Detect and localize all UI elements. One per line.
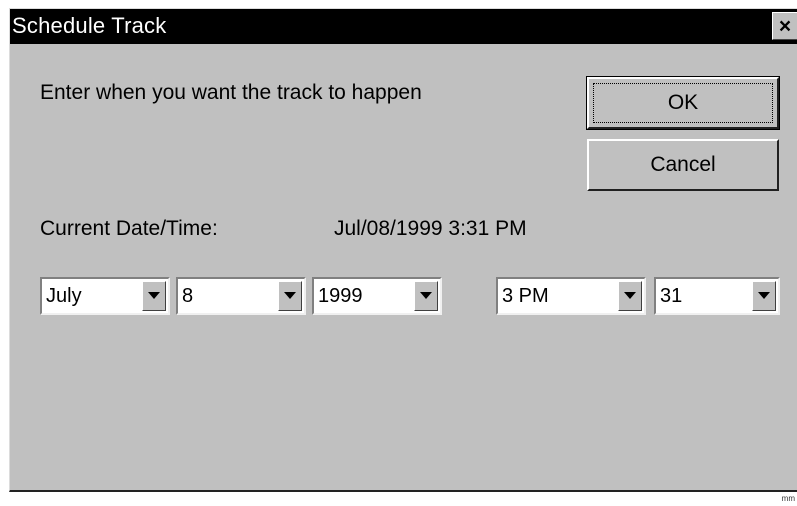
chevron-down-icon[interactable] [618, 281, 642, 311]
year-value: 1999 [318, 285, 363, 307]
corner-mark: mm [781, 494, 795, 503]
hour-select[interactable]: 3 PM [496, 277, 646, 315]
month-select[interactable]: July [40, 277, 170, 315]
window-title: Schedule Track [12, 13, 167, 38]
chevron-down-icon[interactable] [278, 281, 302, 311]
day-select[interactable]: 8 [176, 277, 306, 315]
chevron-down-icon[interactable] [752, 281, 776, 311]
title-bar[interactable]: Schedule Track × [10, 9, 797, 44]
current-datetime-value: Jul/08/1999 3:31 PM [334, 217, 527, 240]
chevron-down-icon[interactable] [414, 281, 438, 311]
close-button[interactable]: × [772, 12, 797, 40]
cancel-button[interactable]: Cancel [587, 139, 779, 191]
ok-button[interactable]: OK [586, 76, 780, 130]
hour-value: 3 PM [502, 285, 549, 307]
schedule-track-dialog: Schedule Track × Enter when you want the… [9, 8, 797, 492]
cancel-button-label: Cancel [650, 153, 716, 176]
chevron-down-icon[interactable] [142, 281, 166, 311]
focus-rectangle [593, 83, 773, 123]
current-datetime-label: Current Date/Time: [40, 217, 218, 240]
month-value: July [46, 285, 82, 307]
day-value: 8 [182, 285, 194, 307]
minute-select[interactable]: 31 [654, 277, 780, 315]
prompt-label: Enter when you want the track to happen [40, 81, 422, 104]
minute-value: 31 [660, 285, 683, 307]
close-icon: × [778, 15, 792, 38]
year-select[interactable]: 1999 [312, 277, 442, 315]
